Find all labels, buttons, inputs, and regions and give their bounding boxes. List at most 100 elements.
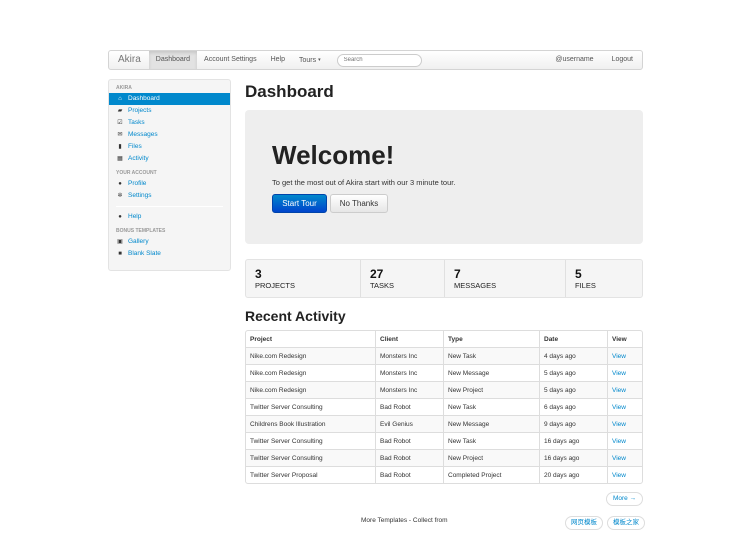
cell-client: Bad Robot [375, 432, 443, 449]
stat-label: FILES [575, 281, 596, 290]
cell-project: Nike.com Redesign [246, 381, 375, 398]
view-link[interactable]: View [612, 438, 626, 445]
sidebar-header-bonus: Bonus Templates [116, 228, 166, 234]
nav-dashboard[interactable]: Dashboard [148, 51, 198, 69]
nav-tours-dropdown[interactable]: Tours ▾ [292, 51, 328, 70]
cell-date: 9 days ago [539, 415, 607, 432]
table-row: Twitter Server Proposal Bad Robot Complete… [246, 466, 642, 483]
file-icon: ▮ [118, 144, 122, 150]
cell-type: New Task [443, 398, 539, 415]
cell-project: Nike.com Redesign [246, 364, 375, 381]
view-link[interactable]: View [612, 404, 626, 411]
more-button[interactable]: More → [606, 492, 643, 506]
sidebar-divider [116, 206, 223, 207]
nav-help[interactable]: Help [264, 51, 292, 69]
stat-number: 7 [454, 267, 461, 281]
sidebar-item-messages[interactable]: ✉ Messages [109, 129, 230, 141]
stat-files[interactable]: 5 FILES [566, 260, 642, 297]
username-link[interactable]: @username [546, 51, 602, 69]
activity-table: Project Client Type Date View Nike.com R… [245, 330, 643, 484]
welcome-hero: Welcome! To get the most out of Akira st… [245, 110, 643, 244]
hero-heading: Welcome! [272, 140, 395, 170]
cell-client: Bad Robot [375, 449, 443, 466]
caret-down-icon: ▾ [318, 56, 321, 63]
check-icon: ☑ [117, 120, 123, 126]
column-header-view: View [607, 331, 642, 347]
cell-date: 5 days ago [539, 381, 607, 398]
no-thanks-button[interactable]: No Thanks [330, 194, 388, 213]
sidebar-header-account: Your Account [116, 170, 157, 176]
sidebar-item-label: Files [128, 143, 142, 150]
sidebar-nav: Akira ⌂ Dashboard ▰ Projects ☑ Tasks ✉ Messa… [108, 79, 231, 271]
sidebar-item-tasks[interactable]: ☑ Tasks [109, 117, 230, 129]
view-link[interactable]: View [612, 370, 626, 377]
cell-client: Monsters Inc [375, 347, 443, 364]
search-input[interactable] [336, 53, 422, 67]
stat-number: 27 [370, 267, 384, 281]
stat-label: PROJECTS [255, 281, 296, 290]
footer-text: More Templates - Collect from [361, 517, 448, 524]
sidebar-item-help[interactable]: ● Help [109, 211, 230, 223]
picture-icon: ▣ [117, 239, 123, 245]
cell-view: View [607, 364, 642, 381]
cell-client: Bad Robot [375, 398, 443, 415]
cell-type: New Task [443, 347, 539, 364]
stat-number: 5 [575, 267, 582, 281]
stat-projects[interactable]: 3 PROJECTS [246, 260, 361, 297]
sidebar-item-projects[interactable]: ▰ Projects [109, 105, 230, 117]
table-row: Nike.com Redesign Monsters Inc New Task 4 d… [246, 347, 642, 364]
sidebar-item-dashboard[interactable]: ⌂ Dashboard [109, 93, 230, 105]
cell-date: 20 days ago [539, 466, 607, 483]
footer-links: 网页模板 模板之家 [565, 516, 645, 530]
column-header-client: Client [375, 331, 443, 347]
sidebar-item-profile[interactable]: ● Profile [109, 178, 230, 190]
cell-view: View [607, 466, 642, 483]
brand-logo[interactable]: Akira [109, 51, 149, 69]
table-row: Nike.com Redesign Monsters Inc New Project… [246, 381, 642, 398]
start-tour-button[interactable]: Start Tour [272, 194, 327, 213]
envelope-icon: ✉ [117, 132, 123, 138]
folder-open-icon: ▰ [117, 108, 123, 114]
sidebar-item-settings[interactable]: ✲ Settings [109, 190, 230, 202]
stat-tasks[interactable]: 27 TASKS [361, 260, 445, 297]
cell-view: View [607, 432, 642, 449]
view-link[interactable]: View [612, 387, 626, 394]
cell-project: Twitter Server Consulting [246, 449, 375, 466]
cell-type: New Task [443, 432, 539, 449]
page-title: Dashboard [245, 82, 334, 101]
cell-type: New Project [443, 381, 539, 398]
nav-account-settings[interactable]: Account Settings [197, 51, 264, 69]
column-header-project: Project [250, 335, 273, 343]
sidebar-item-activity[interactable]: ▦ Activity [109, 153, 230, 165]
footer-link-template-home[interactable]: 模板之家 [607, 516, 645, 530]
footer-link-web-templates[interactable]: 网页模板 [565, 516, 603, 530]
cell-view: View [607, 415, 642, 432]
sidebar-item-label: Projects [128, 107, 152, 114]
nav-right-group: @username Logout [546, 51, 642, 69]
view-link[interactable]: View [612, 353, 626, 360]
view-link[interactable]: View [612, 421, 626, 428]
sidebar-item-label: Messages [128, 131, 158, 138]
logout-link[interactable]: Logout [603, 51, 642, 69]
stat-number: 3 [255, 267, 262, 281]
sidebar-item-label: Activity [128, 155, 149, 162]
cell-client: Evil Genius [375, 415, 443, 432]
sidebar-item-blank-slate[interactable]: ■ Blank Slate [109, 248, 230, 260]
recent-activity-title: Recent Activity [245, 308, 346, 324]
nav-tours-label: Tours [298, 56, 317, 64]
stat-label: TASKS [370, 281, 395, 290]
sidebar-header-main: Akira [116, 85, 132, 91]
stat-messages[interactable]: 7 MESSAGES [445, 260, 566, 297]
table-row: Nike.com Redesign Monsters Inc New Message… [246, 364, 642, 381]
cell-type: New Project [443, 449, 539, 466]
top-navbar: Akira Dashboard Account Settings Help To… [108, 50, 643, 70]
view-link[interactable]: View [612, 472, 626, 479]
sidebar-item-files[interactable]: ▮ Files [109, 141, 230, 153]
view-link[interactable]: View [612, 455, 626, 462]
user-icon: ● [118, 181, 122, 187]
cell-view: View [607, 381, 642, 398]
cell-type: New Message [443, 415, 539, 432]
cell-date: 16 days ago [539, 432, 607, 449]
sidebar-item-gallery[interactable]: ▣ Gallery [109, 236, 230, 248]
sidebar-item-label: Settings [128, 192, 152, 199]
